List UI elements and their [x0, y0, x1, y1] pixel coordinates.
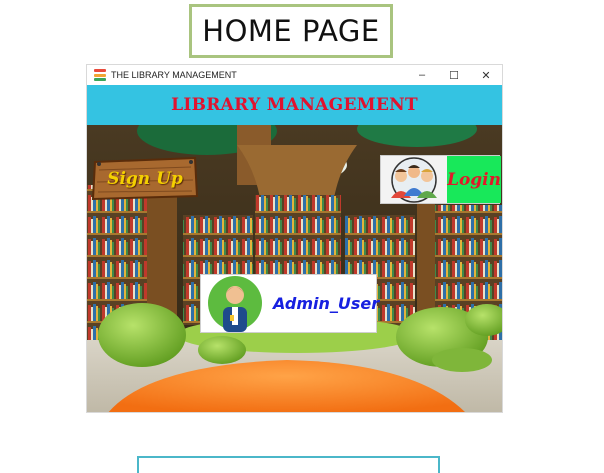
window-controls: – ☐ ✕ — [406, 65, 502, 85]
app-books-icon — [94, 69, 106, 81]
library-background-image: Sign Up Login Admin_User — [87, 125, 502, 412]
sign-up-button[interactable]: Sign Up — [91, 156, 199, 201]
minimize-button[interactable]: – — [406, 65, 438, 85]
next-caption-box — [137, 456, 440, 473]
maximize-button[interactable]: ☐ — [438, 65, 470, 85]
page-caption: HOME PAGE — [189, 4, 393, 58]
sign-up-label: Sign Up — [107, 168, 183, 189]
app-heading: LIBRARY MANAGEMENT — [171, 95, 418, 115]
login-label-box: Login — [447, 156, 501, 203]
admin-user-label: Admin_User — [273, 294, 380, 313]
admin-person-icon — [205, 275, 265, 332]
group-of-people-icon — [381, 156, 447, 203]
page-caption-text: HOME PAGE — [202, 14, 380, 48]
admin-user-button[interactable]: Admin_User — [200, 274, 380, 333]
close-button[interactable]: ✕ — [470, 65, 502, 85]
window-title: THE LIBRARY MANAGEMENT — [111, 70, 237, 80]
header-banner: LIBRARY MANAGEMENT — [87, 85, 502, 125]
app-window: THE LIBRARY MANAGEMENT – ☐ ✕ LIBRARY MAN… — [86, 64, 503, 413]
login-label: Login — [447, 169, 501, 190]
login-button[interactable]: Login — [380, 155, 501, 204]
document-slide: HOME PAGE THE LIBRARY MANAGEMENT – ☐ ✕ L… — [0, 0, 604, 473]
window-titlebar: THE LIBRARY MANAGEMENT – ☐ ✕ — [87, 65, 502, 85]
